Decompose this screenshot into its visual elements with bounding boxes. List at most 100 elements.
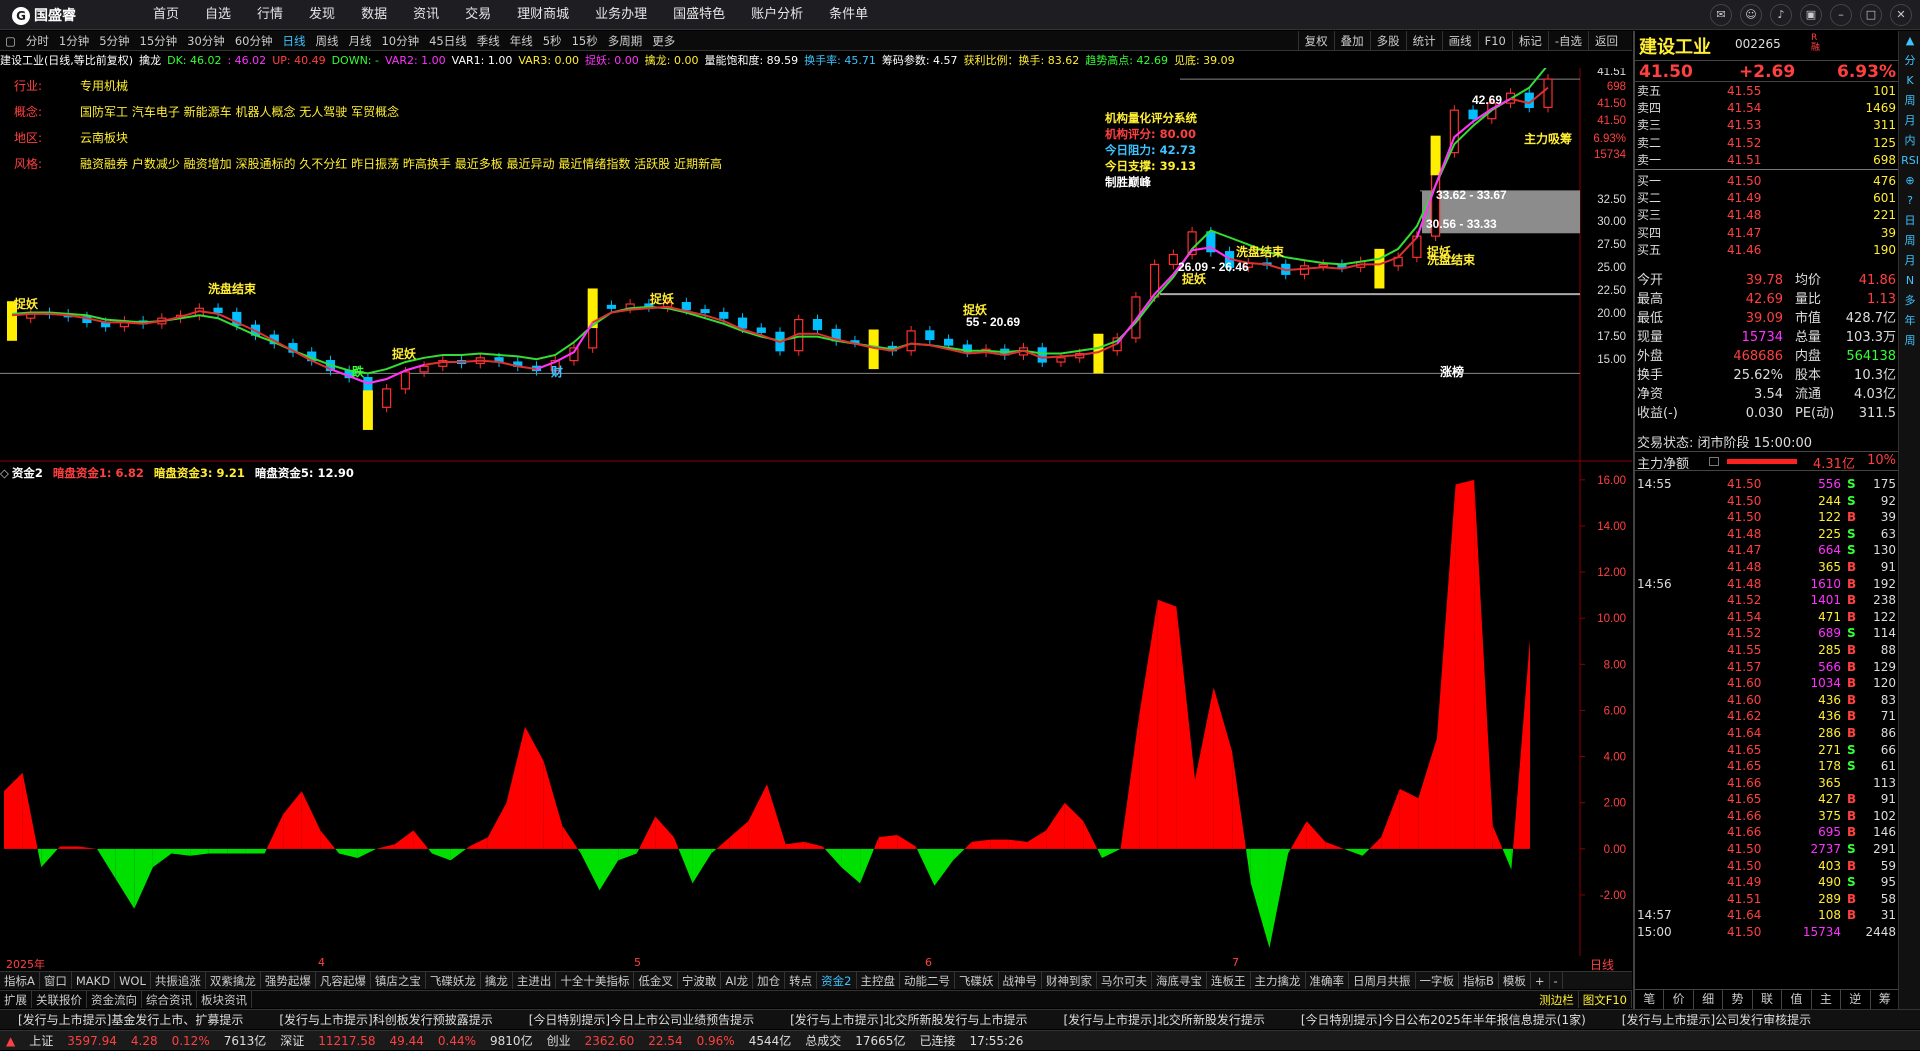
timeframe-tab[interactable]: 季线 (472, 31, 505, 51)
message-icon[interactable]: ✉ (1710, 4, 1732, 26)
indicator-tab[interactable]: 擒龙 (481, 972, 513, 989)
quote-tab[interactable]: 值 (1782, 990, 1812, 1009)
side-button[interactable]: ⊕ (1899, 171, 1920, 191)
menu-item[interactable]: 数据 (348, 0, 400, 30)
timeframe-tab[interactable]: 15秒 (567, 31, 603, 51)
ask-row[interactable]: 卖五 41.55 101 (1635, 83, 1900, 99)
indicator-tab[interactable]: 动能二号 (900, 972, 955, 989)
side-button[interactable]: RSI (1899, 151, 1920, 171)
timeframe-tab[interactable]: 月线 (343, 31, 376, 51)
news-item[interactable]: [发行与上市提示]公司发行审核提示 (1604, 1010, 1829, 1029)
tool-button[interactable]: 多股 (1369, 31, 1406, 51)
collapse-icon[interactable]: ◇ (0, 466, 9, 480)
indicator-tab[interactable]: 一字板 (1416, 972, 1459, 989)
timeframe-tab[interactable]: 周线 (310, 31, 343, 51)
scroll-up-icon[interactable]: ▲ (1899, 31, 1920, 51)
timeframe-tab[interactable]: 45日线 (424, 31, 472, 51)
indicator-tab[interactable]: 主力擒龙 (1251, 972, 1306, 989)
indicator-tab[interactable]: 强势起爆 (261, 972, 316, 989)
tool-button[interactable]: 返回 (1588, 31, 1624, 51)
menu-item[interactable]: 理财商城 (504, 0, 582, 30)
timeframe-tab[interactable]: 10分钟 (376, 31, 424, 51)
indicator-tab[interactable]: 连板王 (1207, 972, 1251, 989)
side-button[interactable]: 周 (1899, 331, 1920, 351)
tool-button[interactable]: 叠加 (1333, 31, 1370, 51)
indicator-tab[interactable]: 飞碟妖龙 (426, 972, 481, 989)
tool-button[interactable]: -自选 (1547, 31, 1588, 51)
maximize-icon[interactable]: □ (1860, 4, 1882, 26)
app-logo[interactable]: G 国盛睿 (12, 5, 94, 25)
news-item[interactable]: [今日特别提示]今日上市公司业绩预告提示 (511, 1010, 772, 1029)
side-button[interactable]: 周 (1899, 91, 1920, 111)
timeframe-tab[interactable]: 1分钟 (54, 31, 94, 51)
info-tab[interactable]: 综合资讯 (142, 991, 197, 1008)
bid-row[interactable]: 买五 41.46 190 (1635, 242, 1900, 258)
timeframe-tab[interactable]: 日线 (277, 31, 310, 51)
indicator-tab[interactable]: MAKD (72, 972, 116, 989)
bid-row[interactable]: 买二 41.49 601 (1635, 190, 1900, 206)
timeframe-tab[interactable]: 分时 (21, 31, 54, 51)
info-tab[interactable]: 扩展 (0, 991, 32, 1008)
expand-icon[interactable] (1709, 457, 1719, 466)
indicator-tab[interactable]: 转点 (785, 972, 818, 989)
tool-button[interactable]: 复权 (1297, 31, 1334, 51)
indicator-tab[interactable]: WOL (115, 972, 151, 989)
menu-item[interactable]: 资讯 (400, 0, 452, 30)
indicator-tab[interactable]: 主控盘 (857, 972, 900, 989)
tool-button[interactable]: 标记 (1511, 31, 1548, 51)
quote-tab[interactable]: 价 (1664, 990, 1694, 1009)
indicator-tab[interactable]: 主进出 (513, 972, 557, 989)
indicator-tab[interactable]: 资金2 (817, 972, 857, 989)
menu-item[interactable]: 条件单 (816, 0, 881, 30)
quote-tab[interactable]: 联 (1753, 990, 1783, 1009)
timeframe-tab[interactable]: 30分钟 (182, 31, 230, 51)
side-button[interactable]: 月 (1899, 251, 1920, 271)
side-button[interactable]: 周 (1899, 231, 1920, 251)
bell-icon[interactable]: ♪ (1770, 4, 1792, 26)
news-item[interactable]: [发行与上市提示]基金发行上市、扩募提示 (0, 1010, 261, 1029)
bid-row[interactable]: 买四 41.47 39 (1635, 225, 1900, 241)
news-item[interactable]: [发行与上市提示]北交所新股发行提示 (1046, 1010, 1283, 1029)
info-tab[interactable]: 资金流向 (87, 991, 142, 1008)
indicator-tab[interactable]: 模板 (1499, 972, 1531, 989)
grid-icon[interactable]: ▢ (0, 31, 21, 51)
capital-flow-chart[interactable]: 16.00 14.00 12.00 10.00 8.00 6.00 4.00 2.00 0.00… (0, 462, 1632, 956)
side-button[interactable]: N (1899, 271, 1920, 291)
ask-row[interactable]: 卖一 41.51 698 (1635, 152, 1900, 168)
side-button[interactable]: 多 (1899, 291, 1920, 311)
menu-item[interactable]: 发现 (296, 0, 348, 30)
indicator-tab[interactable]: 飞碟妖 (955, 972, 999, 989)
indicator-tab[interactable]: 十全十美指标 (556, 972, 635, 989)
side-button[interactable]: 年 (1899, 311, 1920, 331)
timeframe-tab[interactable]: 多周期 (603, 31, 648, 51)
timeframe-tab[interactable]: 更多 (647, 31, 680, 51)
indicator-tab[interactable]: 双紫擒龙 (206, 972, 261, 989)
quote-tab[interactable]: 逆 (1841, 990, 1871, 1009)
quote-tab[interactable]: 主 (1812, 990, 1842, 1009)
news-item[interactable]: [发行与上市提示]科创板发行预披露提示 (261, 1010, 510, 1029)
minimize-icon[interactable]: – (1830, 4, 1852, 26)
news-item[interactable]: [发行与上市提示]北交所新股发行与上市提示 (772, 1010, 1045, 1029)
indicator-tab[interactable]: 凡容起爆 (316, 972, 371, 989)
indicator-tab[interactable]: 指标B (1459, 972, 1499, 989)
tool-button[interactable]: F10 (1477, 31, 1512, 51)
indicator-tab[interactable]: 战神号 (999, 972, 1042, 989)
indicator-tab[interactable]: 镇店之宝 (371, 972, 426, 989)
side-button[interactable]: 日 (1899, 211, 1920, 231)
tool-button[interactable]: 画线 (1441, 31, 1478, 51)
side-button[interactable]: ? (1899, 191, 1920, 211)
quote-tab[interactable]: 笔 (1635, 990, 1665, 1009)
close-icon[interactable]: ✕ (1890, 4, 1912, 26)
indicator-tab[interactable]: 窗口 (40, 972, 72, 989)
indicator-tab[interactable]: 财神到家 (1042, 972, 1097, 989)
timeframe-tab[interactable]: 15分钟 (135, 31, 183, 51)
side-button[interactable]: K (1899, 71, 1920, 91)
bid-row[interactable]: 买一 41.50 476 (1635, 173, 1900, 189)
menu-item[interactable]: 业务办理 (582, 0, 660, 30)
timeframe-tab[interactable]: 5分钟 (94, 31, 134, 51)
indicator-tab[interactable]: 准确率 (1306, 972, 1349, 989)
menu-item[interactable]: 交易 (452, 0, 504, 30)
indicator-tab[interactable]: - (1550, 972, 1563, 989)
timeframe-tab[interactable]: 60分钟 (230, 31, 278, 51)
info-tab[interactable]: 板块资讯 (197, 991, 252, 1008)
